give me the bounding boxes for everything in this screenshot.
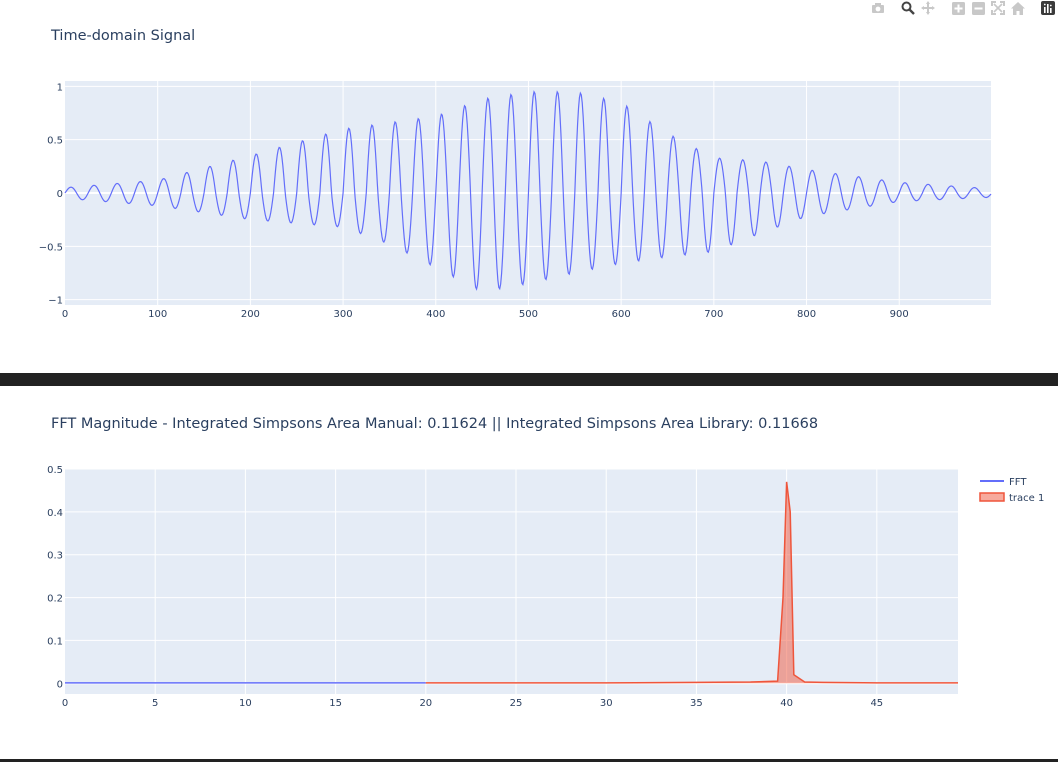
time-domain-chart: Time-domain Signal 0 100 200 300 400 500 600 70… <box>39 28 992 320</box>
chart2-x-tick-label: 15 <box>329 698 342 709</box>
page: Time-domain Signal 0 100 200 300 400 500 600 70… <box>0 0 1058 762</box>
chart1-x-tick-label: 300 <box>334 309 353 320</box>
chart2-y-tick-label: 0 <box>57 679 63 690</box>
chart1-x-tick-label: 700 <box>704 309 723 320</box>
chart1-x-tick-label: 400 <box>426 309 445 320</box>
chart1-y-tick-label: 0 <box>57 189 63 200</box>
chart2-x-tick-label: 10 <box>239 698 252 709</box>
chart1-x-tick-label: 200 <box>241 309 260 320</box>
chart1-x-tick-label: 500 <box>519 309 538 320</box>
chart2-title: FFT Magnitude - Integrated Simpsons Area… <box>51 416 818 432</box>
chart1-y-tick-label: 1 <box>57 82 63 93</box>
fft-chart: FFT Magnitude - Integrated Simpsons Area… <box>47 416 1044 709</box>
chart2-x-tick-label: 35 <box>690 698 703 709</box>
chart1-x-tick-label: 0 <box>62 309 68 320</box>
chart1-x-tick-label: 100 <box>148 309 167 320</box>
chart2-x-tick-label: 40 <box>780 698 793 709</box>
chart2-y-tick-label: 0.3 <box>47 551 63 562</box>
chart1-x-tick-label: 600 <box>612 309 631 320</box>
chart2-x-tick-label: 45 <box>870 698 883 709</box>
chart2-x-tick-label: 25 <box>510 698 523 709</box>
chart1-x-tick-label: 900 <box>890 309 909 320</box>
chart1-y-tick-label: −0.5 <box>39 242 63 253</box>
legend: FFT trace 1 <box>979 477 1044 504</box>
chart2-x-tick-label: 30 <box>600 698 613 709</box>
section-divider <box>0 373 1058 386</box>
legend-trace1-swatch <box>979 492 1005 502</box>
chart1-title: Time-domain Signal <box>50 28 195 44</box>
legend-trace1-label[interactable]: trace 1 <box>1009 493 1044 504</box>
chart2-x-tick-label: 5 <box>152 698 158 709</box>
chart2-y-tick-label: 0.1 <box>47 636 63 647</box>
legend-fft-label[interactable]: FFT <box>1009 477 1027 488</box>
chart2-y-tick-label: 0.2 <box>47 594 63 605</box>
chart2-y-tick-label: 0.5 <box>47 465 63 476</box>
chart2-x-tick-label: 20 <box>419 698 432 709</box>
chart1-x-tick-label: 800 <box>797 309 816 320</box>
chart2-y-tick-label: 0.4 <box>47 508 63 519</box>
chart2-x-tick-label: 0 <box>62 698 68 709</box>
chart1-y-tick-label: 0.5 <box>47 136 63 147</box>
chart1-y-tick-label: −1 <box>48 296 63 307</box>
chart2-plot-area <box>65 469 958 694</box>
